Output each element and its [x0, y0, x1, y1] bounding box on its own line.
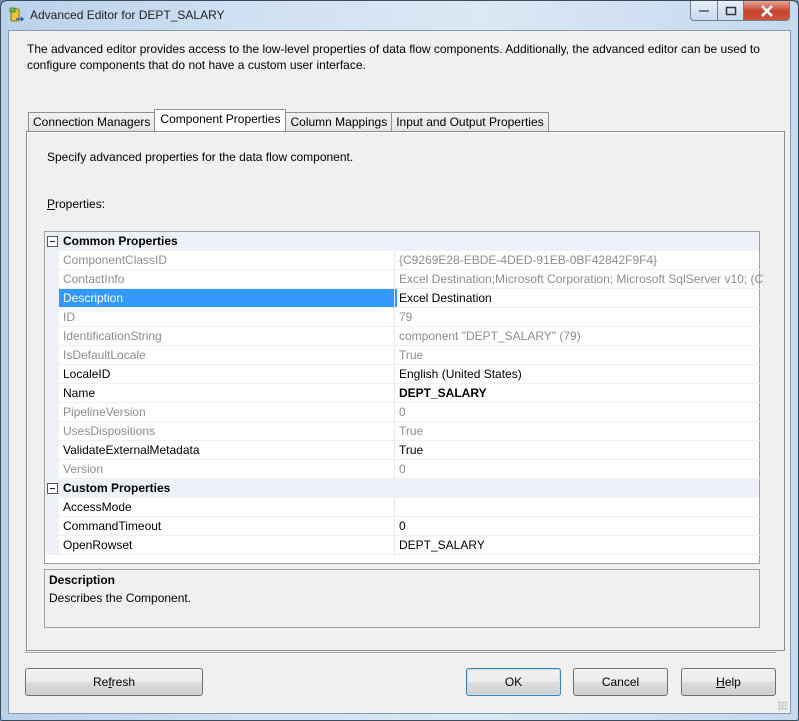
properties-label: Properties: — [47, 197, 106, 211]
property-row[interactable]: Description Excel Destination — [45, 289, 764, 308]
property-name[interactable]: ComponentClassID — [59, 251, 397, 270]
property-name[interactable]: ID — [59, 308, 397, 327]
row-gutter — [45, 365, 59, 384]
row-gutter — [45, 270, 59, 289]
property-name[interactable]: Description — [59, 289, 397, 308]
close-icon — [760, 4, 773, 17]
property-row[interactable]: OpenRowset DEPT_SALARY — [45, 536, 764, 555]
property-row[interactable]: Name DEPT_SALARY — [45, 384, 764, 403]
property-value[interactable]: component "DEPT_SALARY" (79) — [394, 327, 764, 346]
property-value[interactable]: DEPT_SALARY — [394, 384, 764, 403]
row-gutter — [45, 460, 59, 479]
property-value[interactable]: True — [394, 422, 764, 441]
property-name[interactable]: ValidateExternalMetadata — [59, 441, 397, 460]
advanced-editor-window: Advanced Editor for DEPT_SALARY The adva… — [0, 0, 799, 721]
row-gutter — [45, 422, 59, 441]
description-pane: Description Describes the Component. — [44, 569, 760, 628]
collapse-icon[interactable] — [47, 236, 58, 247]
property-name[interactable]: CommandTimeout — [59, 517, 397, 536]
close-button[interactable] — [744, 1, 790, 21]
description-pane-text: Describes the Component. — [49, 591, 192, 605]
property-row[interactable]: ComponentClassID {C9269E28-EBDE-4DED-91EB… — [45, 251, 764, 270]
tab-input-output-properties[interactable]: Input and Output Properties — [391, 112, 549, 131]
property-value[interactable]: True — [394, 441, 764, 460]
property-value[interactable]: 0 — [394, 517, 764, 536]
property-value[interactable]: {C9269E28-EBDE-4DED-91EB-0BF42842F9F4} — [394, 251, 764, 270]
title-bar[interactable]: Advanced Editor for DEPT_SALARY — [1, 1, 798, 30]
tab-component-properties[interactable]: Component Properties — [154, 109, 287, 131]
property-name[interactable]: PipelineVersion — [59, 403, 397, 422]
cancel-button[interactable]: Cancel — [573, 668, 668, 696]
ok-button[interactable]: OK — [466, 668, 561, 696]
tab-connection-managers[interactable]: Connection Managers — [28, 112, 156, 131]
ssis-component-icon — [9, 7, 24, 22]
property-row[interactable]: AccessMode — [45, 498, 764, 517]
row-gutter — [45, 536, 59, 555]
property-name[interactable]: Version — [59, 460, 397, 479]
property-row[interactable]: IsDefaultLocale True — [45, 346, 764, 365]
property-name[interactable]: OpenRowset — [59, 536, 397, 555]
row-gutter — [45, 517, 59, 536]
property-name[interactable]: IsDefaultLocale — [59, 346, 397, 365]
row-gutter — [45, 498, 59, 517]
category-row[interactable]: Custom Properties — [45, 479, 759, 498]
resize-grip[interactable] — [778, 701, 788, 711]
minimize-icon — [699, 9, 709, 12]
property-row[interactable]: ID 79 — [45, 308, 764, 327]
row-gutter — [45, 441, 59, 460]
component-properties-panel: Specify advanced properties for the data… — [26, 131, 785, 651]
property-name[interactable]: UsesDispositions — [59, 422, 397, 441]
property-name[interactable]: LocaleID — [59, 365, 397, 384]
property-row[interactable]: Version 0 — [45, 460, 764, 479]
panel-description: Specify advanced properties for the data… — [47, 150, 354, 164]
intro-text: The advanced editor provides access to t… — [27, 42, 760, 72]
collapse-icon[interactable] — [47, 483, 58, 494]
property-value[interactable]: 0 — [394, 403, 764, 422]
property-value[interactable]: True — [394, 346, 764, 365]
tab-column-mappings[interactable]: Column Mappings — [285, 112, 393, 131]
property-grid[interactable]: Common Properties ComponentClassID {C9269E… — [44, 231, 764, 564]
row-gutter — [45, 346, 59, 365]
category-label: Custom Properties — [63, 481, 171, 495]
property-value[interactable] — [394, 498, 764, 517]
minimize-button[interactable] — [690, 1, 718, 21]
property-value[interactable]: English (United States) — [394, 365, 764, 384]
property-row[interactable]: CommandTimeout 0 — [45, 517, 764, 536]
maximize-icon — [725, 6, 736, 15]
row-gutter — [45, 308, 59, 327]
maximize-button[interactable] — [718, 1, 744, 21]
dialog-body: The advanced editor provides access to t… — [8, 30, 791, 714]
button-separator — [25, 652, 776, 654]
property-name[interactable]: Name — [59, 384, 397, 403]
row-gutter — [45, 289, 59, 308]
help-button[interactable]: Help — [681, 668, 776, 696]
property-row[interactable]: ValidateExternalMetadata True — [45, 441, 764, 460]
category-label: Common Properties — [63, 234, 178, 248]
description-pane-title: Description — [49, 573, 116, 587]
window-title: Advanced Editor for DEPT_SALARY — [30, 8, 225, 22]
row-gutter — [45, 327, 59, 346]
refresh-button[interactable]: Refresh — [25, 668, 203, 696]
property-value[interactable]: 79 — [394, 308, 764, 327]
property-name[interactable]: IdentificationString — [59, 327, 397, 346]
property-value[interactable]: Excel Destination;Microsoft Corporation;… — [394, 270, 764, 289]
property-row[interactable]: LocaleID English (United States) — [45, 365, 764, 384]
property-row[interactable]: ContactInfo Excel Destination;Microsoft C… — [45, 270, 764, 289]
property-row[interactable]: PipelineVersion 0 — [45, 403, 764, 422]
property-name[interactable]: AccessMode — [59, 498, 397, 517]
row-gutter — [45, 251, 59, 270]
row-gutter — [45, 403, 59, 422]
row-gutter — [45, 384, 59, 403]
tab-strip: Connection Managers Component Properties… — [28, 109, 549, 131]
category-row[interactable]: Common Properties — [45, 232, 759, 251]
property-row[interactable]: IdentificationString component "DEPT_SALA… — [45, 327, 764, 346]
property-value[interactable]: 0 — [394, 460, 764, 479]
property-value[interactable]: Excel Destination — [394, 289, 764, 308]
property-name[interactable]: ContactInfo — [59, 270, 397, 289]
property-value[interactable]: DEPT_SALARY — [394, 536, 764, 555]
property-row[interactable]: UsesDispositions True — [45, 422, 764, 441]
